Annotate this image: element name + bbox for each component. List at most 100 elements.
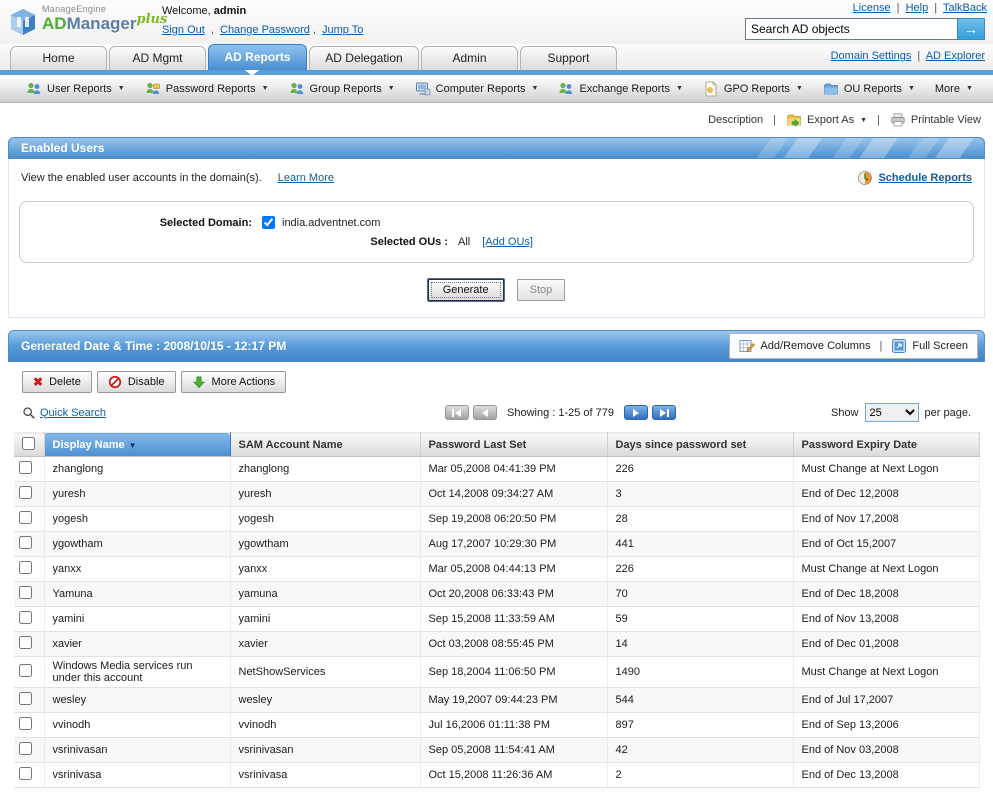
menu-user-reports[interactable]: User Reports▼ (26, 81, 125, 97)
jump-to-link[interactable]: Jump To (322, 24, 363, 36)
add-ous-link[interactable]: [Add OUs] (482, 236, 533, 248)
cell-sam-account: yamini (230, 607, 420, 632)
row-checkbox[interactable] (19, 717, 32, 730)
add-remove-columns-icon (739, 338, 755, 354)
cell-display-name: yogesh (44, 507, 230, 532)
stop-button[interactable]: Stop (517, 279, 566, 301)
tab-ad-delegation[interactable]: AD Delegation (309, 46, 419, 70)
table-row: yuresh yuresh Oct 14,2008 09:34:27 AM 3 … (14, 482, 979, 507)
cell-password-last-set: May 19,2007 09:44:23 PM (420, 688, 607, 713)
last-page-icon (656, 408, 672, 418)
cell-sam-account: NetShowServices (230, 657, 420, 688)
row-checkbox[interactable] (19, 692, 32, 705)
row-checkbox[interactable] (19, 536, 32, 549)
results-panel: Generated Date & Time : 2008/10/15 - 12:… (8, 330, 985, 788)
row-checkbox[interactable] (19, 767, 32, 780)
row-checkbox[interactable] (19, 611, 32, 624)
last-page-button[interactable] (652, 405, 676, 420)
password-reports-icon (145, 81, 161, 97)
full-screen-link[interactable]: Full Screen (891, 338, 968, 354)
chevron-down-icon: ▼ (796, 85, 803, 92)
learn-more-link[interactable]: Learn More (278, 172, 334, 184)
cell-days-since: 42 (607, 738, 793, 763)
menu-exchange-reports[interactable]: Exchange Reports▼ (558, 81, 682, 97)
disable-icon (108, 375, 122, 389)
tab-home[interactable]: Home (10, 46, 107, 70)
report-menu-bar: User Reports▼ Password Reports▼ Group Re… (0, 75, 993, 103)
row-checkbox[interactable] (19, 586, 32, 599)
printable-view-link[interactable]: Printable View (890, 112, 981, 128)
menu-ou-reports[interactable]: OU Reports▼ (823, 81, 915, 97)
delete-button[interactable]: ✖Delete (22, 371, 92, 393)
cell-days-since: 226 (607, 557, 793, 582)
row-checkbox[interactable] (19, 636, 32, 649)
tab-support[interactable]: Support (520, 46, 617, 70)
row-checkbox[interactable] (19, 511, 32, 524)
menu-computer-reports[interactable]: Computer Reports▼ (415, 81, 539, 97)
cell-days-since: 1490 (607, 657, 793, 688)
col-sam-account[interactable]: SAM Account Name (230, 433, 420, 457)
more-actions-button[interactable]: More Actions (181, 371, 287, 393)
menu-group-reports[interactable]: Group Reports▼ (289, 81, 395, 97)
menu-gpo-reports[interactable]: GPO Reports▼ (703, 81, 803, 97)
cell-expiry-date: End of Dec 18,2008 (793, 582, 979, 607)
row-checkbox[interactable] (19, 461, 32, 474)
tab-ad-mgmt[interactable]: AD Mgmt (109, 46, 206, 70)
menu-password-reports[interactable]: Password Reports▼ (145, 81, 269, 97)
chevron-down-icon: ▼ (388, 85, 395, 92)
add-remove-columns-link[interactable]: Add/Remove Columns (739, 338, 870, 354)
selected-domain-label: Selected Domain: (20, 217, 252, 229)
username: admin (214, 5, 246, 17)
col-expiry-date[interactable]: Password Expiry Date (793, 433, 979, 457)
col-display-name[interactable]: Display Name▼ (44, 433, 230, 457)
first-page-button[interactable] (445, 405, 469, 420)
tab-underline-bar (0, 70, 993, 75)
export-as-menu[interactable]: Export As▼ (786, 112, 867, 128)
row-checkbox[interactable] (19, 486, 32, 499)
menu-more[interactable]: More▼ (935, 83, 973, 95)
help-link[interactable]: Help (906, 2, 929, 14)
per-page-select[interactable]: 25 (865, 403, 919, 422)
cell-days-since: 70 (607, 582, 793, 607)
ad-explorer-link[interactable]: AD Explorer (926, 50, 985, 62)
view-actions-row: Description | Export As▼ | Printable Vie… (0, 103, 993, 137)
change-password-link[interactable]: Change Password (220, 24, 310, 36)
panel-title-bar: Enabled Users (8, 137, 985, 159)
select-all-checkbox[interactable] (22, 437, 35, 450)
brand-manager: Manager (67, 14, 137, 33)
generate-button[interactable]: Generate (428, 279, 504, 301)
cell-sam-account: ygowtham (230, 532, 420, 557)
row-checkbox[interactable] (19, 742, 32, 755)
talkback-link[interactable]: TalkBack (943, 2, 987, 14)
sign-out-link[interactable]: Sign Out (162, 24, 205, 36)
row-checkbox[interactable] (19, 561, 32, 574)
search-input[interactable] (745, 18, 957, 40)
cell-password-last-set: Sep 15,2008 11:33:59 AM (420, 607, 607, 632)
disable-button[interactable]: Disable (97, 371, 176, 393)
tab-admin[interactable]: Admin (421, 46, 518, 70)
cell-expiry-date: End of Dec 12,2008 (793, 482, 979, 507)
description-link[interactable]: Description (708, 114, 763, 126)
table-row: yamini yamini Sep 15,2008 11:33:59 AM 59… (14, 607, 979, 632)
search-go-button[interactable]: → (957, 18, 985, 40)
row-select-cell (14, 557, 44, 582)
selected-ous-label: Selected OUs : (20, 236, 448, 248)
col-password-last-set[interactable]: Password Last Set (420, 433, 607, 457)
row-checkbox[interactable] (19, 664, 32, 677)
cell-password-last-set: Sep 18,2004 11:06:50 PM (420, 657, 607, 688)
prev-page-button[interactable] (473, 405, 497, 420)
license-link[interactable]: License (853, 2, 891, 14)
domain-settings-link[interactable]: Domain Settings (831, 50, 912, 62)
next-page-button[interactable] (624, 405, 648, 420)
table-row: yogesh yogesh Sep 19,2008 06:20:50 PM 28… (14, 507, 979, 532)
quick-search-link[interactable]: Quick Search (40, 407, 106, 419)
col-days-since[interactable]: Days since password set (607, 433, 793, 457)
schedule-reports-link[interactable]: Schedule Reports (878, 172, 972, 184)
table-controls-row: Quick Search Showing : 1-25 of 779 Show … (8, 393, 985, 428)
row-select-cell (14, 607, 44, 632)
domain-checkbox[interactable] (262, 216, 275, 229)
cell-days-since: 59 (607, 607, 793, 632)
tab-ad-reports[interactable]: AD Reports (208, 44, 307, 70)
chevron-down-icon: ▼ (966, 85, 973, 92)
cell-sam-account: xavier (230, 632, 420, 657)
